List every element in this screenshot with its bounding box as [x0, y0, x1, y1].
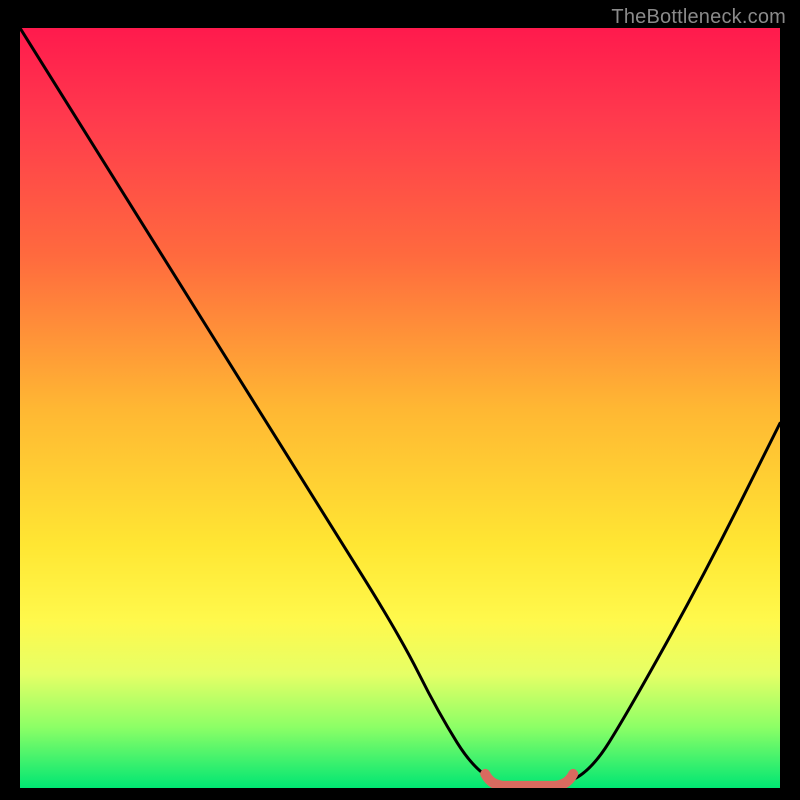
chart-svg: [20, 28, 780, 788]
watermark-text: TheBottleneck.com: [611, 6, 786, 29]
bottleneck-curve: [20, 28, 780, 788]
chart-frame: TheBottleneck.com: [0, 0, 800, 800]
chart-plot-area: [20, 28, 780, 788]
optimal-marker: [485, 774, 573, 786]
optimal-marker-path: [485, 774, 573, 786]
curve-path: [20, 28, 780, 788]
